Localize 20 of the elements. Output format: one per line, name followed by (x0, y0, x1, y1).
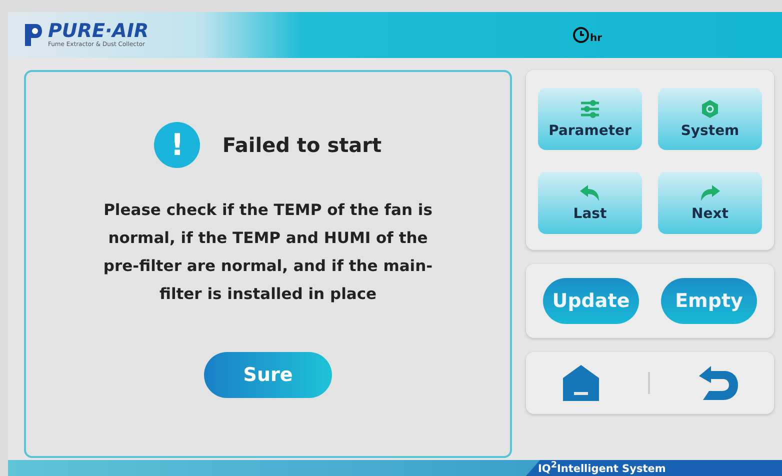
home-icon (561, 364, 602, 402)
brand-name: PURE·AIR (48, 22, 149, 41)
nav-button[interactable]: System (658, 88, 762, 150)
system-name: IQ$^{2}$Intelligent System (538, 460, 666, 476)
timer-unit: hr (590, 33, 602, 44)
forward-arrow-icon (699, 184, 721, 202)
dialog-title: Failed to start (222, 133, 382, 157)
return-arrow-icon (696, 365, 739, 401)
settings-icon (700, 99, 720, 119)
sliders-icon (579, 99, 601, 119)
dialog-message: Please check if the TEMP of the fan is normal, if the TEMP and HUMI of the pre-filter are normal, and if the main-filter is installed in place (102, 200, 434, 305)
back-button[interactable] (696, 365, 739, 401)
logo-icon (22, 22, 44, 48)
nav-button[interactable]: Parameter (538, 88, 642, 150)
nav-button[interactable]: Last (538, 172, 642, 234)
home-button[interactable] (561, 364, 602, 402)
clock-icon (572, 26, 590, 44)
back-arrow-icon (579, 184, 601, 202)
alert-icon: ! (154, 122, 200, 168)
nav-button[interactable]: Next (658, 172, 762, 234)
